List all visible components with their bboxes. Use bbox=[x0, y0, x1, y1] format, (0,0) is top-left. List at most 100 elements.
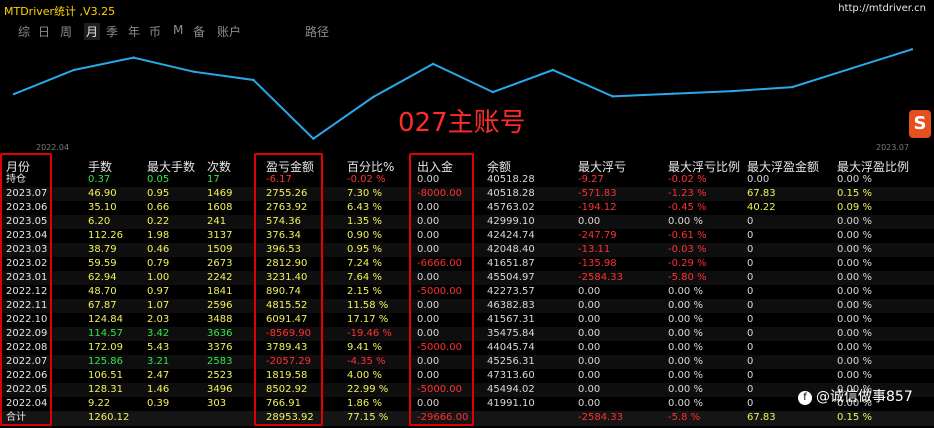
balance-point-2022.04 bbox=[12, 92, 16, 96]
cell: 0.00 % bbox=[837, 230, 872, 241]
tab-4[interactable]: 季 bbox=[106, 23, 118, 40]
cell: 45504.97 bbox=[487, 272, 535, 283]
tab-2[interactable]: 周 bbox=[60, 23, 72, 40]
cell: 0.00 % bbox=[837, 216, 872, 227]
cell: 0 bbox=[747, 216, 754, 227]
cell: 9.22 bbox=[88, 398, 111, 409]
cell: 0.00 bbox=[578, 216, 601, 227]
balance-point-2022.08 bbox=[252, 78, 255, 82]
balance-point-2023.01 bbox=[551, 68, 554, 72]
tab-1[interactable]: 日 bbox=[38, 23, 50, 40]
cell: 0.00 % bbox=[668, 398, 703, 409]
cell: 40518.28 bbox=[487, 174, 535, 185]
watermark-text: @诚信做事857 bbox=[816, 389, 913, 405]
cell: 0.46 bbox=[147, 244, 170, 255]
cell: 0 bbox=[747, 286, 754, 297]
cell: 0.00 % bbox=[837, 244, 872, 255]
toutiao-icon: f bbox=[798, 391, 812, 405]
cell: -194.12 bbox=[578, 202, 617, 213]
cell: 0.00 % bbox=[837, 272, 872, 283]
cell: 1608 bbox=[207, 202, 233, 213]
tab-3[interactable]: 月 bbox=[84, 23, 101, 40]
cell: 1.98 bbox=[147, 230, 170, 241]
total-cell: 1260.12 bbox=[88, 412, 130, 423]
cell: 0.37 bbox=[88, 174, 111, 185]
cell: 0 bbox=[747, 314, 754, 325]
cell: -0.45 % bbox=[668, 202, 707, 213]
cell: 2596 bbox=[207, 300, 233, 311]
cell: 0 bbox=[747, 398, 754, 409]
tab-10[interactable]: 路径 bbox=[305, 23, 329, 40]
balance-point-2022.12 bbox=[491, 90, 495, 94]
cell: 0 bbox=[747, 356, 754, 367]
cell: 0.15 % bbox=[837, 188, 872, 199]
cell: 0.00 % bbox=[837, 258, 872, 269]
balance-point-2023.07 bbox=[910, 48, 914, 51]
window-title: MTDriver统计 ,V3.25 bbox=[4, 5, 116, 18]
cell: 45763.02 bbox=[487, 202, 535, 213]
cell: 0.05 bbox=[147, 174, 170, 185]
cell: 2523 bbox=[207, 370, 233, 381]
cell: 0.00 % bbox=[837, 174, 872, 185]
cell: 42273.57 bbox=[487, 286, 535, 297]
cell: 35.10 bbox=[88, 202, 117, 213]
cell: 0 bbox=[747, 300, 754, 311]
balance-point-2023.05 bbox=[791, 85, 794, 89]
cell: -135.98 bbox=[578, 258, 617, 269]
balance-point-2023.02 bbox=[611, 95, 614, 98]
tab-0[interactable]: 综 bbox=[18, 23, 30, 40]
tab-7[interactable]: M bbox=[173, 23, 183, 37]
balance-point-2023.03 bbox=[671, 92, 674, 95]
cell: 0.00 bbox=[578, 300, 601, 311]
cell: 48.70 bbox=[88, 286, 117, 297]
cell: 0.00 % bbox=[837, 314, 872, 325]
tab-9[interactable]: 账户 bbox=[217, 23, 241, 40]
cell: 172.09 bbox=[88, 342, 123, 353]
cell: 40518.28 bbox=[487, 188, 535, 199]
cell: 0.00 % bbox=[668, 384, 703, 395]
cell: 0.00 % bbox=[837, 342, 872, 353]
cell: 0.00 bbox=[578, 370, 601, 381]
cell: 0 bbox=[747, 230, 754, 241]
cell: 59.59 bbox=[88, 258, 117, 269]
cell: 62.94 bbox=[88, 272, 117, 283]
cell: 40.22 bbox=[747, 202, 776, 213]
cell: 0.90 % bbox=[347, 230, 382, 241]
highlight-month-column bbox=[0, 153, 52, 426]
cell: 0.00 bbox=[747, 174, 770, 185]
total-cell: -2584.33 bbox=[578, 412, 623, 423]
cell: 41991.10 bbox=[487, 398, 535, 409]
website-link[interactable]: http://mtdriver.cn bbox=[838, 3, 926, 14]
cell: 303 bbox=[207, 398, 227, 409]
cell: -9.27 bbox=[578, 174, 604, 185]
cell: 38.79 bbox=[88, 244, 117, 255]
cell: 2673 bbox=[207, 258, 233, 269]
cell: 0.00 bbox=[578, 356, 601, 367]
cell: 0.22 bbox=[147, 216, 170, 227]
cell: 7.24 % bbox=[347, 258, 382, 269]
cell: 0.66 bbox=[147, 202, 170, 213]
tab-8[interactable]: 备 bbox=[193, 23, 205, 40]
tab-6[interactable]: 币 bbox=[149, 23, 161, 40]
cell: 106.51 bbox=[88, 370, 123, 381]
cell: 0 bbox=[747, 244, 754, 255]
tab-5[interactable]: 年 bbox=[128, 23, 140, 40]
account-overlay-label: 027主账号 bbox=[398, 108, 526, 138]
cell: 42424.74 bbox=[487, 230, 535, 241]
cell: 0 bbox=[747, 342, 754, 353]
cell: 0.00 bbox=[578, 384, 601, 395]
cell: 22.99 % bbox=[347, 384, 389, 395]
cell: 0.39 bbox=[147, 398, 170, 409]
cell: 0.00 % bbox=[837, 356, 872, 367]
cell: 0.00 % bbox=[837, 328, 872, 339]
cell: 0.00 bbox=[578, 398, 601, 409]
cell: 241 bbox=[207, 216, 227, 227]
balance-point-2022.07 bbox=[192, 70, 195, 73]
cell: 125.86 bbox=[88, 356, 123, 367]
cell: 112.26 bbox=[88, 230, 123, 241]
balance-point-2022.10 bbox=[372, 95, 375, 99]
highlight-deposit-column bbox=[409, 153, 474, 426]
cell: 11.58 % bbox=[347, 300, 389, 311]
cell: 2583 bbox=[207, 356, 233, 367]
balance-point-2022.06 bbox=[132, 56, 135, 59]
